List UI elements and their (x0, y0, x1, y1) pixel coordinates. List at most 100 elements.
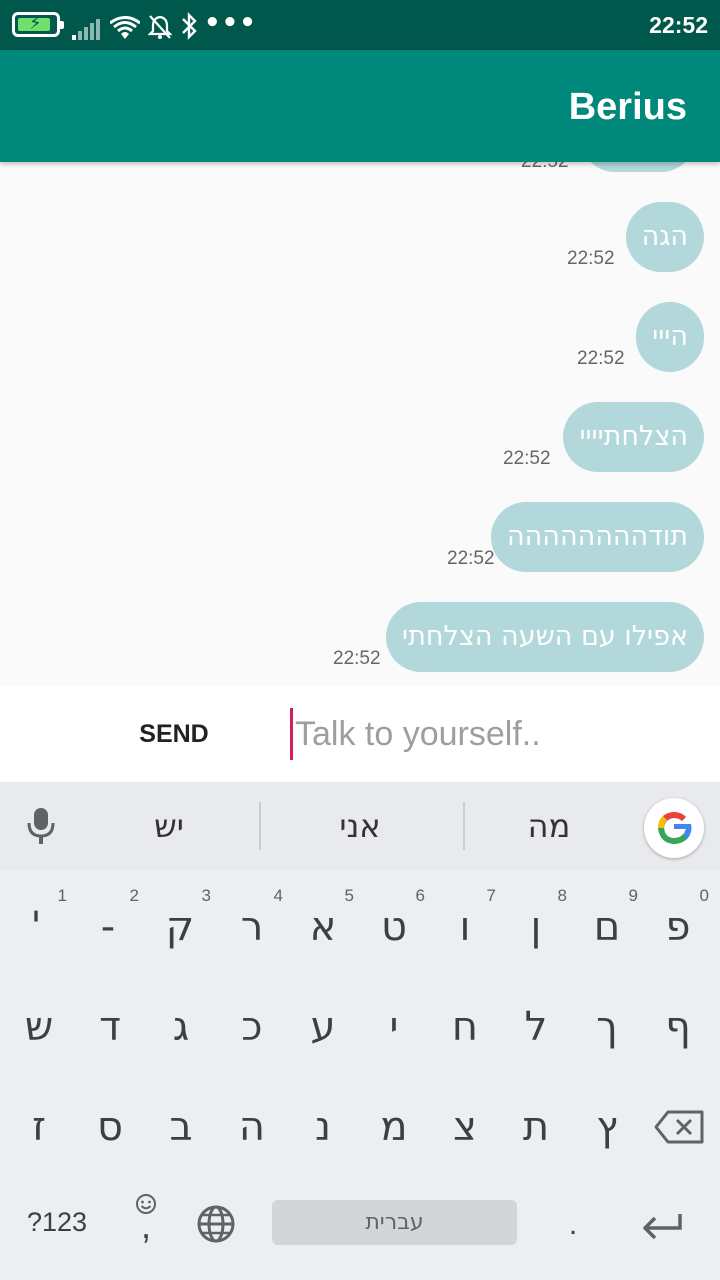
key[interactable]: י (361, 982, 427, 1072)
key-label: ה (238, 1104, 266, 1150)
message-time: 22:52 (503, 448, 551, 469)
key-hint: 7 (486, 886, 496, 905)
google-icon (658, 812, 692, 844)
key[interactable]: מ (361, 1082, 427, 1172)
space-bar[interactable]: עברית (272, 1200, 517, 1245)
message-list[interactable]: 22:52 הגה 22:52 הייי 22:52 הצלחתיייי 22:… (0, 162, 720, 686)
suggestion-divider (463, 802, 465, 850)
key[interactable]: ר4 (219, 882, 285, 972)
suggestion-item[interactable]: מה (484, 802, 614, 850)
message-bubble[interactable]: אפילו עם השעה הצלחתי (386, 602, 704, 672)
key[interactable]: ק3 (147, 882, 213, 972)
emoji-key[interactable]: , (118, 1192, 174, 1252)
key[interactable]: ך (574, 982, 640, 1072)
key-hint: 4 (273, 886, 283, 905)
key[interactable]: ז (6, 1082, 72, 1172)
key[interactable]: נ (290, 1082, 356, 1172)
suggestion-bar: יש אני מה (0, 782, 720, 870)
key[interactable]: פ0 (645, 882, 711, 972)
key[interactable]: ב (148, 1082, 214, 1172)
message-bubble[interactable]: תודהההההההה (491, 502, 704, 572)
message-bubble[interactable]: הצלחתיייי (563, 402, 704, 472)
key-label: ס (97, 1104, 123, 1150)
key-label: פ (665, 904, 691, 950)
suggestion-item[interactable]: אני (290, 802, 430, 850)
comma-label: , (140, 1205, 151, 1246)
key-label: ת (522, 1104, 550, 1150)
key-label: י (389, 1004, 399, 1050)
key[interactable]: צ (432, 1082, 498, 1172)
key[interactable]: כ (219, 982, 285, 1072)
key[interactable]: -2 (75, 882, 141, 972)
google-button[interactable] (644, 798, 704, 858)
message-time: 22:52 (577, 348, 625, 369)
app-bar: Berius (0, 50, 720, 162)
key[interactable]: ע (290, 982, 356, 1072)
suggestion-item[interactable]: יש (104, 802, 234, 850)
charging-icon: ⚡ (29, 13, 42, 34)
key-label: ל (524, 1004, 548, 1050)
key-label: ר (240, 904, 264, 950)
key[interactable]: ט6 (361, 882, 427, 972)
key-label: ט (381, 904, 407, 950)
key-label: כ (241, 1004, 263, 1050)
message-bubble[interactable]: הגה (625, 202, 704, 272)
send-button[interactable]: SEND (118, 714, 230, 754)
key[interactable]: ם9 (574, 882, 640, 972)
message-time: 22:52 (447, 548, 495, 569)
microphone-icon[interactable] (24, 806, 58, 846)
key-hint: 3 (201, 886, 211, 905)
key[interactable]: ה (219, 1082, 285, 1172)
enter-key[interactable] (636, 1202, 690, 1246)
composer: SEND (0, 686, 720, 782)
period-key[interactable]: . (548, 1202, 598, 1247)
message-text: הגה (641, 221, 688, 252)
key[interactable]: א5 (290, 882, 356, 972)
key-hint: 6 (415, 886, 425, 905)
backspace-key[interactable] (650, 1102, 710, 1152)
key-label: צ (453, 1104, 477, 1150)
key[interactable]: ' 1 (3, 882, 69, 972)
key-label: - (100, 904, 116, 950)
key-hint: 2 (129, 886, 139, 905)
numbers-key[interactable]: ?123 (14, 1200, 100, 1245)
key-label: ק (165, 904, 195, 950)
key[interactable]: ג (148, 982, 214, 1072)
key[interactable]: ל (503, 982, 569, 1072)
status-bar: ⚡ ••• 22:52 (0, 0, 720, 50)
language-key[interactable] (194, 1202, 238, 1246)
message-input[interactable] (290, 708, 710, 760)
key[interactable]: ף (645, 982, 711, 1072)
backspace-icon (654, 1110, 704, 1144)
page-title: Berius (568, 86, 687, 128)
key[interactable]: ו7 (432, 882, 498, 972)
key-label: ב (169, 1104, 193, 1150)
enter-icon (643, 1214, 682, 1240)
key-label: ך (596, 1004, 618, 1050)
key-label: ם (593, 904, 621, 950)
message-text: אפילו עם השעה הצלחתי (402, 621, 688, 652)
key[interactable]: ד (77, 982, 143, 1072)
key-label: ו (459, 904, 471, 950)
key-label: ץ (596, 1104, 618, 1150)
key-hint: 5 (344, 886, 354, 905)
key[interactable]: ץ (574, 1082, 640, 1172)
key[interactable]: ן8 (503, 882, 569, 972)
key-label: ח (451, 1004, 479, 1050)
key-hint: 8 (557, 886, 567, 905)
key[interactable]: ס (77, 1082, 143, 1172)
key[interactable]: ת (503, 1082, 569, 1172)
key[interactable]: ש (6, 982, 72, 1072)
key[interactable]: ח (432, 982, 498, 1072)
message-bubble[interactable]: הייי (636, 302, 704, 372)
key-label: ז (32, 1104, 46, 1150)
key-hint: 0 (699, 886, 709, 905)
more-notifications-icon: ••• (204, 8, 257, 38)
key-label: ש (24, 1004, 54, 1050)
key-label: א (309, 904, 337, 950)
key-label: מ (380, 1104, 408, 1150)
status-time: 22:52 (649, 12, 708, 38)
message-text: תודהההההההה (507, 521, 688, 552)
key-hint: 9 (628, 886, 638, 905)
message-bubble[interactable] (580, 162, 696, 172)
